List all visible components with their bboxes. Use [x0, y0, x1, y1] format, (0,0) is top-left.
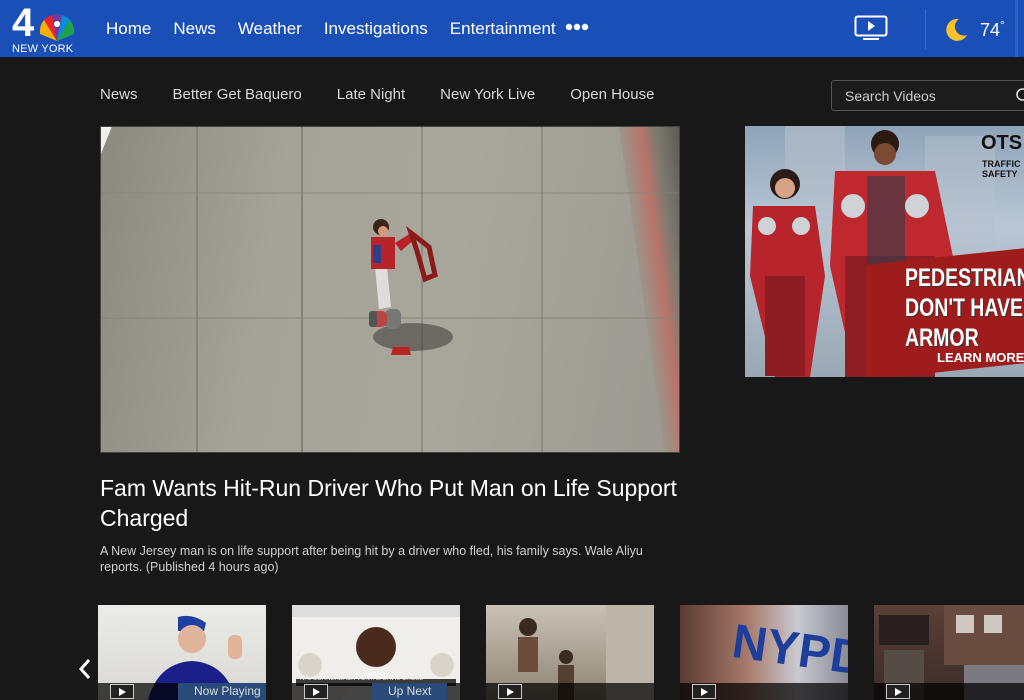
peacock-icon [39, 14, 75, 41]
nav-weather[interactable]: Weather [238, 19, 302, 39]
play-icon [110, 684, 134, 699]
degree-symbol: ° [1000, 18, 1005, 32]
carousel-thumb-1[interactable]: Now Playing [98, 605, 266, 700]
carousel-thumb-2[interactable]: NFL CORNERBACK VONTAE DAVIS CHOSE Up Nex… [292, 605, 460, 700]
header-edge [1015, 0, 1018, 57]
nav-news[interactable]: News [173, 19, 216, 39]
temperature-value: 74 [980, 20, 1001, 40]
carousel-thumb-5[interactable] [874, 605, 1024, 700]
ad-headline: PEDESTRIANS DON'T HAVE ARMOR [905, 263, 1024, 353]
carousel-thumb-3[interactable] [486, 605, 654, 700]
main-nav: Home News Weather Investigations Enterta… [106, 0, 578, 57]
moon-icon [946, 18, 967, 41]
tv-play-icon[interactable] [854, 15, 888, 41]
ad-brand-sub: TRAFFIC SAFETY [982, 159, 1021, 179]
rider-figure [369, 219, 453, 355]
carousel-prev-chevron-icon[interactable] [78, 658, 92, 680]
ad-line-3: ARMOR [905, 324, 979, 352]
play-icon [886, 684, 910, 699]
play-icon [498, 684, 522, 699]
ad-brand-sub-line2: SAFETY [982, 169, 1018, 179]
nav-investigations[interactable]: Investigations [324, 19, 428, 39]
more-menu-icon[interactable] [565, 22, 589, 32]
subnav-news[interactable]: News [100, 86, 138, 103]
ad-brand: OTS [981, 132, 1023, 154]
logo-number: 4 [12, 1, 35, 45]
ad-line-2: DON'T HAVE [905, 294, 1024, 322]
thumb-2-caption: NFL CORNERBACK VONTAE DAVIS CHOSE [300, 676, 424, 682]
subnav-new-york-live[interactable]: New York Live [440, 86, 535, 103]
play-icon [304, 684, 328, 699]
page: 4 NEW YORK Home News Weather Investigati… [0, 0, 1024, 700]
search-input[interactable] [832, 81, 1012, 110]
subnav-late-night[interactable]: Late Night [337, 86, 405, 103]
video-title: Fam Wants Hit-Run Driver Who Put Man on … [100, 475, 677, 531]
ad-learn-more-link[interactable]: LEARN MORE > [937, 350, 1024, 365]
video-player[interactable] [100, 126, 680, 453]
subnav-open-house[interactable]: Open House [570, 86, 654, 103]
play-icon [692, 684, 716, 699]
video-subnav: News Better Get Baquero Late Night New Y… [100, 86, 689, 103]
carousel-thumb-4[interactable]: NYPD [680, 605, 848, 700]
nbc-new-york-logo[interactable]: 4 NEW YORK [10, 1, 80, 55]
subnav-better-get-baquero[interactable]: Better Get Baquero [173, 86, 302, 103]
advertisement[interactable]: OTS TRAFFIC SAFETY PEDESTRIANS DON'T HAV… [745, 126, 1024, 377]
nav-entertainment[interactable]: Entertainment [450, 19, 556, 39]
logo-city: NEW YORK [12, 43, 74, 55]
temperature[interactable]: 74° [980, 18, 1005, 41]
up-next-label: Up Next [372, 683, 448, 700]
nav-home[interactable]: Home [106, 19, 151, 39]
top-header: 4 NEW YORK Home News Weather Investigati… [0, 0, 1024, 57]
ad-brand-sub-line1: TRAFFIC [982, 159, 1021, 169]
search-box [831, 80, 1024, 111]
now-playing-label: Now Playing [178, 683, 266, 700]
video-description: A New Jersey man is on life support afte… [100, 544, 643, 574]
header-divider [925, 9, 926, 49]
search-icon[interactable] [1015, 87, 1024, 105]
ad-line-1: PEDESTRIANS [905, 264, 1024, 292]
thumb-4-caption: NYPD [728, 614, 848, 687]
